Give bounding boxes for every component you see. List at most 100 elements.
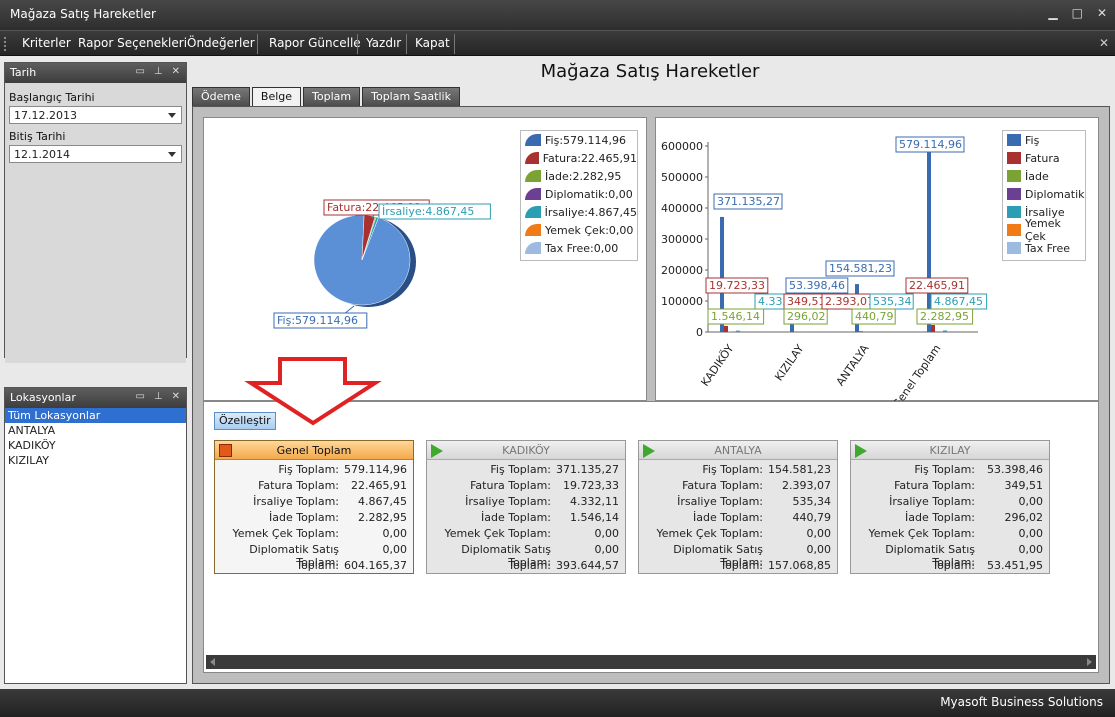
bar-data-label-13: 4.867,45	[930, 293, 988, 310]
tab-toplam-saatlik[interactable]: Toplam Saatlik	[362, 87, 460, 106]
card-header: KADIKÖY	[427, 441, 625, 460]
y-tick-label: 100000	[661, 295, 703, 308]
card-body: Fiş Toplam: 154.581,23 Fatura Toplam: 2.39…	[639, 460, 837, 575]
y-tick-label: 400000	[661, 202, 703, 215]
play-icon[interactable]	[643, 444, 655, 458]
toolbar-grip-icon[interactable]	[4, 37, 7, 51]
menu-rapor-guncelle[interactable]: Rapor Güncelle	[269, 36, 361, 50]
legend-item-iade: İade:2.282,95	[521, 167, 637, 185]
horizontal-scrollbar[interactable]	[206, 655, 1096, 669]
legend-item-tax-free: Tax Free:0,00	[521, 239, 637, 257]
card-row: Diplomatik Satış Toplam: 0,00	[673, 543, 831, 569]
down-arrow-icon	[244, 357, 382, 426]
card-row: Toplam: 157.068,85	[720, 559, 831, 572]
location-item-antalya[interactable]: ANTALYA	[5, 423, 186, 438]
stop-icon[interactable]	[219, 444, 232, 457]
location-item-tum[interactable]: Tüm Lokasyonlar	[5, 408, 186, 423]
menu-separator	[257, 34, 258, 54]
legend-item-diplomatik: Diplomatik:0,00	[521, 185, 637, 203]
panel-close-icon[interactable]: ✕	[172, 66, 180, 77]
summary-card-antalya[interactable]: ANTALYA Fiş Toplam: 154.581,23 Fatura Top…	[638, 440, 838, 574]
menu-separator	[357, 34, 358, 54]
bar-0-3	[927, 152, 931, 332]
tab-toplam[interactable]: Toplam	[303, 87, 361, 106]
play-icon[interactable]	[855, 444, 867, 458]
bar-data-label-1: 19.723,33	[705, 277, 769, 294]
card-row: Fatura Toplam: 19.723,33	[470, 479, 619, 492]
play-icon[interactable]	[431, 444, 443, 458]
pie-legend: Fiş:579.114,96 Fatura:22.465,91 İade:2.2…	[520, 130, 638, 261]
card-row: Toplam: 604.165,37	[296, 559, 407, 572]
menu-bar: Kriterler Rapor Seçenekleri Öndeğerler R…	[0, 30, 1115, 56]
location-item-kadikoy[interactable]: KADIKÖY	[5, 438, 186, 453]
svg-text:Fiş:579.114,96: Fiş:579.114,96	[277, 314, 358, 327]
summary-card-kizilay[interactable]: KIZILAY Fiş Toplam: 53.398,46 Fatura Topl…	[850, 440, 1050, 574]
dropdown-arrow-icon[interactable]	[168, 152, 176, 157]
menu-close-icon[interactable]: ✕	[1099, 36, 1109, 50]
dropdown-arrow-icon[interactable]	[168, 113, 176, 118]
pin-icon[interactable]: ⊥	[154, 391, 163, 402]
report-title: Mağaza Satış Hareketler	[540, 61, 760, 82]
red-arrow-annotation	[244, 357, 382, 426]
end-date-combo[interactable]: 12.1.2014	[9, 145, 182, 163]
menu-yazdir[interactable]: Yazdır	[366, 36, 401, 50]
minimize-icon[interactable]: ▁	[1048, 6, 1057, 20]
bar-data-label-0: 371.135,27	[713, 193, 783, 210]
card-row: Toplam: 393.644,57	[508, 559, 619, 572]
menu-ondegerler[interactable]: Öndeğerler	[187, 36, 255, 50]
x-tick-label: ANTALYA	[834, 342, 872, 389]
panel-window-icon[interactable]: ▭	[135, 391, 144, 402]
window-controls: ▁ □ ✕	[1048, 6, 1107, 20]
menu-rapor-secenekleri[interactable]: Rapor Seçenekleri	[78, 36, 187, 50]
bar-1-0	[724, 325, 728, 332]
end-date-label: Bitiş Tarihi	[9, 130, 66, 143]
svg-text:371.135,27: 371.135,27	[717, 195, 780, 208]
card-row: Diplomatik Satış Toplam: 0,00	[461, 543, 619, 569]
bar-data-label-3: 1.546,14	[707, 308, 765, 325]
bar-data-label-8: 2.393,07	[821, 293, 879, 310]
menu-separator	[406, 34, 407, 54]
card-title: ANTALYA	[714, 444, 762, 457]
y-tick-label: 0	[696, 326, 703, 339]
bar-2-3	[935, 331, 939, 332]
summary-card-kadikoy[interactable]: KADIKÖY Fiş Toplam: 371.135,27 Fatura Top…	[426, 440, 626, 574]
card-row: Diplomatik Satış Toplam: 0,00	[249, 543, 407, 569]
tarih-panel-title: Tarih	[10, 66, 37, 79]
summary-area: Özelleştir Genel Toplam Fiş Toplam: 579.1…	[203, 401, 1099, 673]
menu-kriterler[interactable]: Kriterler	[22, 36, 71, 50]
bar-legend: Fiş Fatura İade Diplomatik İrsaliye Yeme…	[1002, 130, 1086, 261]
card-body: Fiş Toplam: 579.114,96 Fatura Toplam: 22.4…	[215, 460, 413, 575]
scroll-left-icon[interactable]	[210, 658, 215, 666]
svg-text:4.867,45: 4.867,45	[934, 295, 983, 308]
bar-data-label-11: 579.114,96	[895, 136, 965, 153]
svg-text:154.581,23: 154.581,23	[829, 262, 892, 275]
card-header: ANTALYA	[639, 441, 837, 460]
bar-data-label-4: 53.398,46	[785, 277, 849, 294]
bar-chart-panel: 0 100000 200000 300000 400000 500000 600000 KAD…	[655, 117, 1099, 411]
report-tabs: Ödeme Belge Toplam Toplam Saatlik	[192, 87, 460, 107]
tab-belge[interactable]: Belge	[251, 87, 302, 107]
card-row: İrsaliye Toplam: 535,34	[677, 495, 831, 508]
start-date-combo[interactable]: 17.12.2013	[9, 106, 182, 124]
tab-odeme[interactable]: Ödeme	[192, 87, 250, 106]
pie-label-irsaliye: İrsaliye:4.867,45	[378, 203, 491, 220]
bar-1-3	[931, 325, 935, 332]
location-item-kizilay[interactable]: KIZILAY	[5, 453, 186, 468]
scroll-right-icon[interactable]	[1087, 658, 1092, 666]
maximize-icon[interactable]: □	[1072, 6, 1083, 20]
y-tick-label: 500000	[661, 171, 703, 184]
close-icon[interactable]: ✕	[1097, 6, 1107, 20]
panel-window-icon[interactable]: ▭	[135, 66, 144, 77]
card-header: KIZILAY	[851, 441, 1049, 460]
svg-text:440,79: 440,79	[855, 310, 894, 323]
card-row: Yemek Çek Toplam: 0,00	[656, 527, 831, 540]
card-row: Fiş Toplam: 154.581,23	[702, 463, 831, 476]
menu-kapat[interactable]: Kapat	[415, 36, 450, 50]
location-list: Tüm Lokasyonlar ANTALYA KADIKÖY KIZILAY	[5, 408, 186, 468]
tarih-panel-body: Başlangıç Tarihi 17.12.2013 Bitiş Tarihi…	[5, 83, 186, 363]
panel-close-icon[interactable]: ✕	[172, 391, 180, 402]
card-header: Genel Toplam	[215, 441, 413, 460]
card-row: Yemek Çek Toplam: 0,00	[232, 527, 407, 540]
pin-icon[interactable]: ⊥	[154, 66, 163, 77]
summary-card-genel-toplam[interactable]: Genel Toplam Fiş Toplam: 579.114,96 Fatur…	[214, 440, 414, 574]
